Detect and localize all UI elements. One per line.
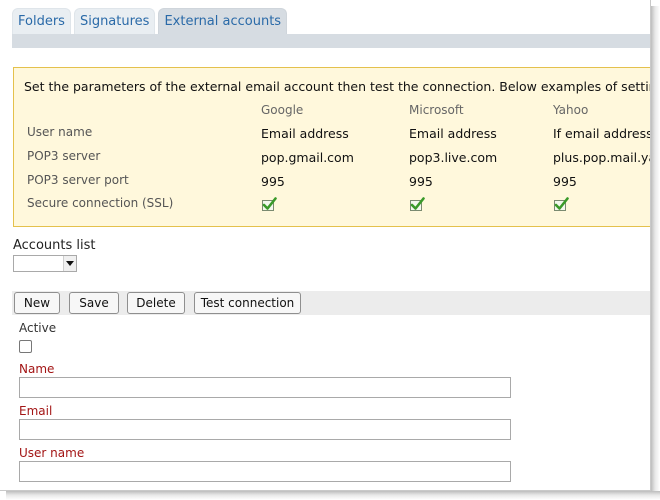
- provider-google: Google: [261, 103, 304, 117]
- save-button[interactable]: Save: [69, 292, 119, 314]
- email-label: Email: [19, 404, 53, 418]
- row-label-ssl: Secure connection (SSL): [27, 196, 174, 210]
- row-label-user-name: User name: [27, 125, 93, 139]
- provider-yahoo: Yahoo: [553, 103, 589, 117]
- google-pop3-port: 995: [261, 174, 285, 189]
- info-intro-text: Set the parameters of the external email…: [24, 79, 651, 94]
- name-field[interactable]: [19, 377, 511, 398]
- yahoo-pop3-server: plus.pop.mail.yah: [553, 150, 650, 165]
- microsoft-pop3-server: pop3.live.com: [409, 150, 498, 165]
- microsoft-user-name: Email address: [409, 126, 497, 141]
- window-shadow-right: [651, 6, 660, 500]
- google-user-name: Email address: [261, 126, 349, 141]
- tab-underline-bar: [12, 34, 650, 48]
- tab-signatures[interactable]: Signatures: [73, 8, 156, 34]
- new-button[interactable]: New: [14, 292, 60, 314]
- yahoo-pop3-port: 995: [553, 174, 577, 189]
- accounts-list-select[interactable]: [13, 255, 77, 272]
- tab-strip: Folders Signatures External accounts: [12, 8, 288, 34]
- account-toolbar: New Save Delete Test connection: [12, 291, 650, 315]
- tab-folders[interactable]: Folders: [12, 8, 71, 34]
- google-pop3-server: pop.gmail.com: [261, 150, 354, 165]
- user-name-field[interactable]: [19, 461, 511, 482]
- row-label-pop3-server: POP3 server: [27, 149, 101, 163]
- user-name-label: User name: [19, 446, 85, 460]
- active-checkbox[interactable]: [19, 340, 32, 353]
- delete-button[interactable]: Delete: [127, 292, 185, 314]
- active-label: Active: [19, 321, 57, 335]
- tab-external-accounts[interactable]: External accounts: [158, 8, 288, 34]
- row-label-pop3-port: POP3 server port: [27, 173, 129, 187]
- test-connection-button[interactable]: Test connection: [194, 292, 301, 314]
- settings-info-box: Set the parameters of the external email…: [13, 67, 651, 227]
- check-icon: [554, 197, 569, 211]
- check-icon: [410, 197, 425, 211]
- dropdown-arrow-icon[interactable]: [63, 256, 76, 271]
- accounts-list-label: Accounts list: [13, 238, 96, 253]
- app-window: Folders Signatures External accounts Set…: [0, 0, 651, 491]
- microsoft-pop3-port: 995: [409, 174, 433, 189]
- check-icon: [262, 197, 277, 211]
- email-field[interactable]: [19, 419, 511, 440]
- window-shadow-bottom: [6, 491, 660, 500]
- name-label: Name: [19, 362, 55, 376]
- provider-microsoft: Microsoft: [409, 103, 464, 117]
- yahoo-user-name: If email address: [553, 126, 651, 141]
